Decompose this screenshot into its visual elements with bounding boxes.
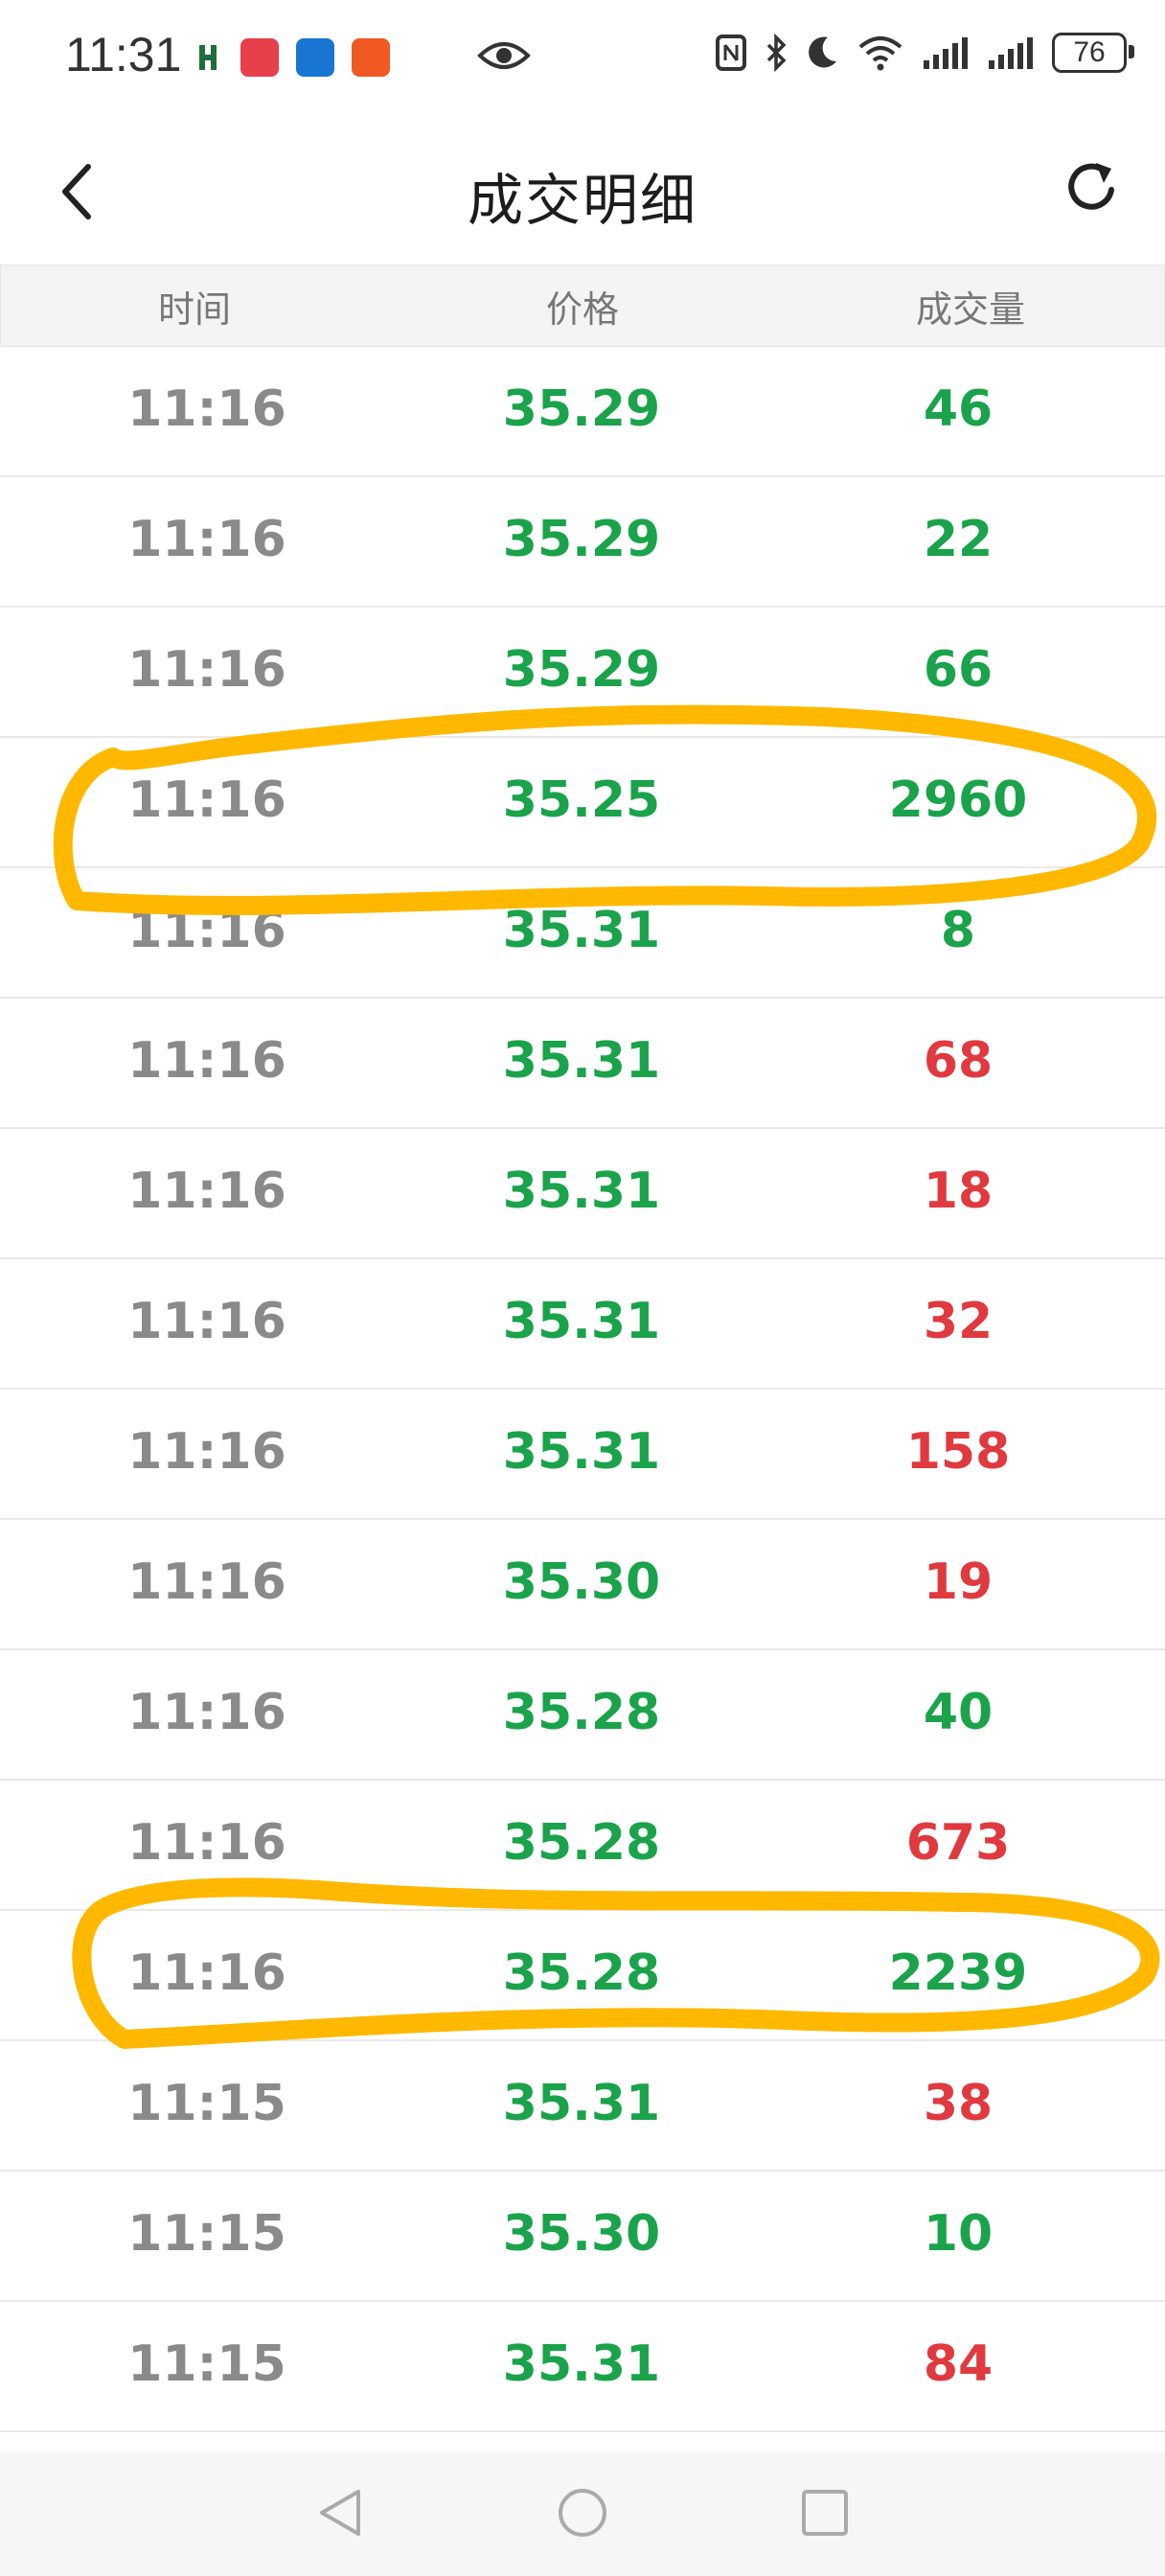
- trade-volume: 8: [940, 902, 976, 959]
- recents-square-icon[interactable]: [800, 2486, 850, 2540]
- wifi-icon: [858, 36, 902, 71]
- refresh-icon[interactable]: [1062, 157, 1123, 218]
- table-row[interactable]: 11:16 35.28 40: [0, 1650, 1165, 1781]
- moon-icon: [809, 36, 836, 68]
- trade-volume: 18: [923, 1162, 994, 1220]
- page-title: 成交明细: [467, 168, 697, 233]
- table-row[interactable]: 11:16 35.29 22: [0, 477, 1165, 608]
- trade-price: 35.31: [502, 1293, 661, 1350]
- table-row[interactable]: 11:16 35.31 8: [0, 868, 1165, 999]
- trade-volume: 32: [923, 1293, 994, 1350]
- trade-price: 35.31: [502, 2335, 661, 2393]
- orange-app-icon: [352, 38, 390, 77]
- trade-volume: 84: [923, 2335, 994, 2393]
- trade-price: 35.31: [502, 1423, 661, 1481]
- trade-volume: 46: [923, 380, 994, 438]
- trade-price: 35.30: [502, 2205, 661, 2263]
- trade-price: 35.30: [502, 1553, 661, 1611]
- battery-level: 76: [1073, 36, 1106, 68]
- table-row[interactable]: 11:16 35.31 158: [0, 1390, 1165, 1520]
- table-row[interactable]: 11:16 35.31 68: [0, 999, 1165, 1129]
- trade-volume: 673: [905, 1814, 1011, 1872]
- navigation-bar: [0, 2451, 1165, 2576]
- blue-app-icon: [296, 38, 334, 77]
- trade-volume: 158: [905, 1423, 1011, 1481]
- table-row[interactable]: 11:16 35.30 19: [0, 1520, 1165, 1650]
- table-row[interactable]: 11:16 35.28 673: [0, 1781, 1165, 1911]
- back-triangle-icon[interactable]: [316, 2486, 364, 2540]
- trade-time: 11:16: [127, 511, 286, 568]
- trade-time: 11:15: [127, 2205, 286, 2263]
- table-row[interactable]: 11:16 35.31 32: [0, 1259, 1165, 1390]
- trade-price: 35.29: [502, 380, 661, 438]
- trade-price: 35.28: [502, 1814, 661, 1872]
- trade-time: 11:16: [127, 1684, 286, 1741]
- page-header: 成交明细: [0, 125, 1165, 259]
- trade-volume: 2239: [888, 1944, 1028, 2002]
- trade-price: 35.31: [502, 1032, 661, 1090]
- table-header: 时间 价格 成交量: [0, 264, 1165, 347]
- nfc-icon: [716, 34, 746, 71]
- column-header-volume: 成交量: [915, 288, 1026, 331]
- trade-volume: 22: [923, 511, 994, 568]
- status-bar: 11:31 76: [0, 0, 1165, 115]
- trade-time: 11:16: [127, 1814, 286, 1872]
- trade-price: 35.25: [502, 771, 661, 829]
- trade-volume: 19: [923, 1553, 994, 1611]
- status-time: 11:31: [65, 28, 182, 81]
- table-row[interactable]: 11:15 35.30 10: [0, 2172, 1165, 2302]
- eye-icon: [477, 42, 531, 69]
- trade-volume: 68: [923, 1032, 994, 1090]
- trade-price: 35.31: [502, 902, 661, 959]
- signal-icon: [924, 37, 968, 69]
- trade-time: 11:16: [127, 1032, 286, 1090]
- trade-price: 35.31: [502, 2075, 661, 2132]
- trade-volume: 66: [923, 641, 994, 699]
- trade-time: 11:15: [127, 2335, 286, 2393]
- trade-time: 11:16: [127, 1293, 286, 1350]
- trade-time: 11:16: [127, 1423, 286, 1481]
- table-row[interactable]: 11:16 35.25 2960: [0, 738, 1165, 868]
- trade-volume: 38: [923, 2075, 994, 2132]
- trade-time: 11:16: [127, 1944, 286, 2002]
- table-row[interactable]: 11:15 35.31 84: [0, 2302, 1165, 2432]
- trade-time: 11:16: [127, 902, 286, 959]
- battery-icon: 76: [1052, 33, 1134, 73]
- system-icons: 76: [715, 33, 1134, 73]
- trade-time: 11:16: [127, 1553, 286, 1611]
- trade-price: 35.28: [502, 1684, 661, 1741]
- trade-price: 35.31: [502, 1162, 661, 1220]
- trade-price: 35.29: [502, 641, 661, 699]
- table-row[interactable]: 11:15 35.31 38: [0, 2041, 1165, 2172]
- trade-time: 11:16: [127, 1162, 286, 1220]
- signal-icon: [989, 37, 1033, 69]
- home-circle-icon[interactable]: [557, 2486, 608, 2540]
- trade-time: 11:16: [127, 380, 286, 438]
- table-row[interactable]: 11:16 35.31 18: [0, 1129, 1165, 1259]
- trade-volume: 10: [923, 2205, 994, 2263]
- trade-price: 35.28: [502, 1944, 661, 2002]
- table-row[interactable]: 11:16 35.29 66: [0, 608, 1165, 738]
- table-row[interactable]: 11:16 35.29 46: [0, 347, 1165, 477]
- trade-volume: 40: [923, 1684, 994, 1741]
- table-row[interactable]: 11:16 35.28 2239: [0, 1911, 1165, 2041]
- trade-time: 11:16: [127, 641, 286, 699]
- trade-price: 35.29: [502, 511, 661, 568]
- trade-time: 11:16: [127, 771, 286, 829]
- notification-icons: [196, 38, 390, 77]
- bluetooth-icon: [766, 34, 787, 72]
- huawei-app-icon: [240, 38, 279, 77]
- column-header-time: 时间: [157, 288, 232, 331]
- column-header-price: 价格: [545, 288, 620, 331]
- trade-volume: 2960: [888, 771, 1028, 829]
- app-icon: [199, 45, 217, 70]
- trade-time: 11:15: [127, 2075, 286, 2132]
- trade-list[interactable]: 11:16 35.29 46 11:16 35.29 22 11:16 35.29 66 11:1…: [0, 347, 1165, 2432]
